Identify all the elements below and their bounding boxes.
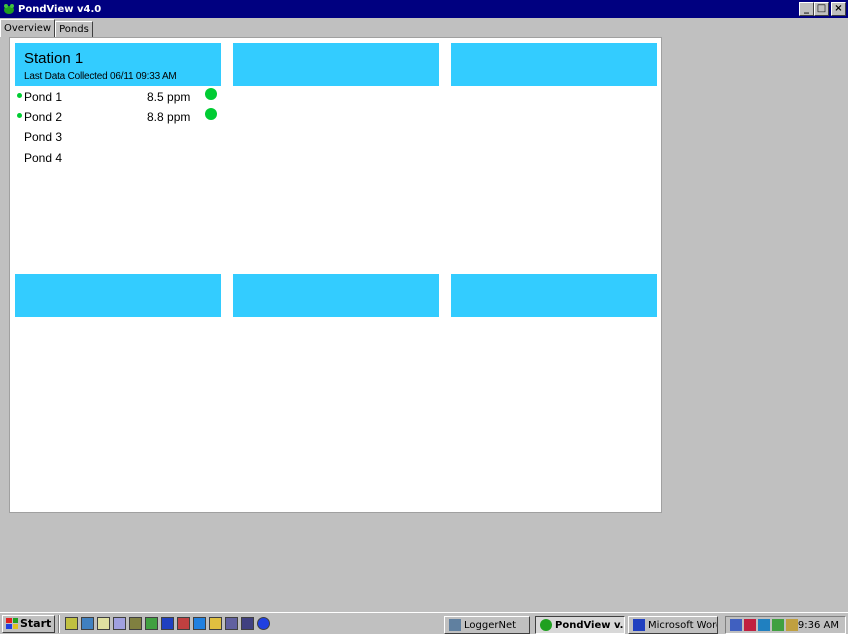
pond-value: 8.8 ppm xyxy=(147,110,191,124)
loggernet-icon xyxy=(449,619,461,631)
station-header[interactable] xyxy=(451,43,657,86)
task-label: PondView v... xyxy=(555,619,625,631)
speaker-icon[interactable] xyxy=(786,619,798,631)
monitor-icon[interactable] xyxy=(161,617,175,630)
start-button[interactable]: Start xyxy=(2,614,56,633)
pond-name: Pond 3 xyxy=(24,130,63,144)
station-header[interactable] xyxy=(451,274,657,317)
app-icon[interactable] xyxy=(65,617,79,630)
station-header[interactable] xyxy=(233,43,439,86)
taskbar: Start LoggerNet PondView v... Microsoft … xyxy=(0,612,848,634)
window-icon[interactable] xyxy=(113,617,127,630)
tab-overview[interactable]: Overview xyxy=(0,19,56,37)
shield-icon[interactable] xyxy=(744,619,756,631)
start-label: Start xyxy=(20,617,52,630)
status-ok-icon xyxy=(205,108,217,120)
task-button-word[interactable]: Microsoft Word ... xyxy=(628,616,718,634)
title-bar[interactable]: PondView v4.0 _ □ × xyxy=(0,0,848,18)
windows-logo-icon xyxy=(6,618,18,629)
minimize-button[interactable]: _ xyxy=(799,2,814,16)
close-button[interactable]: × xyxy=(831,2,846,16)
taskbar-separator xyxy=(58,614,61,633)
window-icon[interactable] xyxy=(241,617,255,630)
pond-active-bullet xyxy=(17,113,22,118)
app-icon[interactable] xyxy=(772,619,784,631)
station-header[interactable]: Station 1 Last Data Collected 06/11 09:3… xyxy=(15,43,221,86)
quick-launch xyxy=(65,617,271,630)
pond-name: Pond 1 xyxy=(24,90,63,104)
pond-active-bullet xyxy=(17,93,22,98)
browser-icon[interactable] xyxy=(193,617,207,630)
pond-row[interactable]: Pond 4 xyxy=(10,149,225,167)
task-label: LoggerNet xyxy=(464,619,517,631)
settings-icon[interactable] xyxy=(145,617,159,630)
pondview-app-icon xyxy=(4,4,14,14)
station-header[interactable] xyxy=(15,274,221,317)
task-label: Microsoft Word ... xyxy=(648,619,717,631)
pond-row[interactable]: Pond 3 xyxy=(10,128,225,146)
station-header[interactable] xyxy=(233,274,439,317)
task-button-pondview[interactable]: PondView v... xyxy=(535,616,625,634)
app-icon[interactable] xyxy=(225,617,239,630)
status-ok-icon xyxy=(205,88,217,100)
maximize-button[interactable]: □ xyxy=(814,2,829,16)
display-icon[interactable] xyxy=(758,619,770,631)
pond-name: Pond 4 xyxy=(24,151,63,165)
pond-name: Pond 2 xyxy=(24,110,63,124)
word-icon xyxy=(633,619,645,631)
pond-row[interactable]: Pond 2 8.8 ppm xyxy=(10,108,225,126)
search-icon[interactable] xyxy=(97,617,111,630)
tab-strip: Overview Ponds xyxy=(0,19,93,37)
system-tray: 9:36 AM xyxy=(725,616,846,634)
tool-icon[interactable] xyxy=(129,617,143,630)
network-icon[interactable] xyxy=(730,619,742,631)
station-title: Station 1 xyxy=(24,50,84,67)
overview-panel: Station 1 Last Data Collected 06/11 09:3… xyxy=(9,37,662,513)
app-icon[interactable] xyxy=(177,617,191,630)
window-title: PondView v4.0 xyxy=(18,3,102,15)
pond-value: 8.5 ppm xyxy=(147,90,191,104)
tab-ponds[interactable]: Ponds xyxy=(55,21,93,37)
station-last-collected: Last Data Collected 06/11 09:33 AM xyxy=(24,71,177,82)
clock[interactable]: 9:36 AM xyxy=(798,620,839,631)
edit-icon[interactable] xyxy=(81,617,95,630)
app-icon[interactable] xyxy=(209,617,223,630)
pondview-icon xyxy=(540,619,552,631)
arrow-icon[interactable] xyxy=(257,617,271,630)
pond-row[interactable]: Pond 1 8.5 ppm xyxy=(10,88,225,106)
task-button-loggernet[interactable]: LoggerNet xyxy=(444,616,530,634)
